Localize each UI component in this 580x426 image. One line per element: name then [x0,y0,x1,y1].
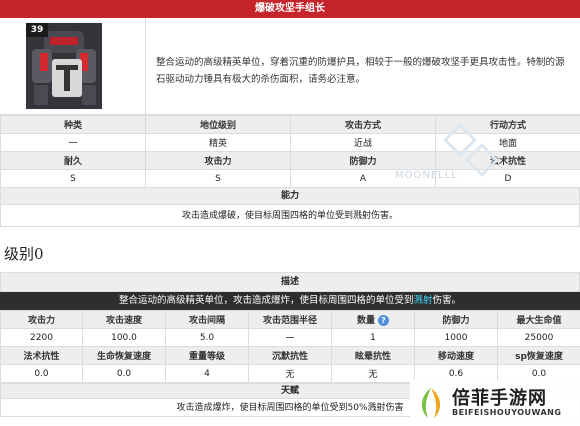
level-stat-value: 2200 [0,328,83,347]
stat-header: 攻击力 [145,151,291,170]
level-value-row: 2200 100.0 5.0 一 1 1000 25000 [0,328,580,347]
level-stat-header: 移动速度 [414,346,498,365]
ability-text: 攻击造成爆破，使目标周围四格的单位受到溅射伤害。 [0,205,580,227]
stat-value: 近战 [290,133,436,152]
level-description-header: 描述 [0,272,580,292]
level-badge: 39 [26,23,48,37]
stats-header-row: 种类 地位级别 攻击方式 行动方式 [0,115,580,134]
level-stat-header: 眩晕抗性 [331,346,415,365]
level-stat-value: 1 [331,328,415,347]
level-stat-value: 无 [248,364,332,383]
portrait-cell: 39 [0,18,146,115]
level-stat-header: 法术抗性 [0,346,83,365]
enemy-stats-table: 种类 地位级别 攻击方式 行动方式 一 精英 近战 地面 耐久 攻击力 防御力 … [0,115,580,188]
stat-header: 耐久 [0,151,146,170]
level-stat-value: 一 [248,328,332,347]
level-description-tail: 伤害。 [432,295,462,306]
level-stat-header: 最大生命值 [497,310,580,329]
enemy-name-title: 爆破攻坚手组长 [0,0,580,18]
enemy-description: 整合运动的高级精英单位，穿着沉重的防爆护具，相较于一般的爆破攻坚手更具攻击性。特… [156,57,565,85]
level-stat-value: 25000 [497,328,580,347]
description-cell: 整合运动的高级精英单位，穿着沉重的防爆护具，相较于一般的爆破攻坚手更具攻击性。特… [146,18,580,115]
stat-header: 种类 [0,115,146,134]
level-section-title: 级别0 [4,245,44,263]
site-logo: 倍菲手游网 BEIFEISHOUYOUWANG [410,380,580,426]
help-icon[interactable]: ? [378,315,389,326]
level-stat-header: 数量 [356,316,375,326]
level-stat-header: 攻击速度 [82,310,166,329]
level-stat-header: 攻击力 [0,310,83,329]
site-name-en: BEIFEISHOUYOUWANG [452,408,562,417]
level-stat-header: 沉默抗性 [248,346,332,365]
ability-header: 能力 [0,187,580,205]
level-stat-value: 0.0 [82,364,166,383]
count-header-cell: 数量? [331,310,415,329]
stats-value-row: S S A D [0,169,580,188]
stat-header: 防御力 [290,151,436,170]
stat-value: 一 [0,133,146,152]
site-name-cn: 倍菲手游网 [452,388,547,409]
stat-header: 地位级别 [145,115,291,134]
level-header-row: 攻击力 攻击速度 攻击间隔 攻击范围半径 数量? 防御力 最大生命值 [0,310,580,329]
watermark-text: MOONELLL [395,170,458,181]
level-stat-header: 攻击间隔 [165,310,249,329]
leaf-logo-icon [421,388,441,418]
splash-keyword-link[interactable]: 溅射 [413,295,432,306]
level-stats-table: 攻击力 攻击速度 攻击间隔 攻击范围半径 数量? 防御力 最大生命值 2200 … [0,310,580,383]
level-stat-header: 重量等级 [165,346,249,365]
level-stat-value: 无 [331,364,415,383]
level-stat-value: 5.0 [165,328,249,347]
level-stat-header: 防御力 [414,310,498,329]
level-stat-header: sp恢复速度 [497,346,580,365]
stat-value: S [0,169,146,188]
stat-value: 精英 [145,133,291,152]
level-stat-value: 1000 [414,328,498,347]
enemy-portrait: 39 [26,23,102,109]
stat-header: 攻击方式 [290,115,436,134]
enemy-card: 爆破攻坚手组长 39 整合运动的高级精英单位，穿着沉重的防爆护具，相较于一般的爆… [0,0,580,227]
stats-value-row: 一 精英 近战 地面 [0,133,580,152]
stat-value: S [145,169,291,188]
level-stat-value: 100.0 [82,328,166,347]
level-stat-header: 攻击范围半径 [248,310,332,329]
level-stat-value: 4 [165,364,249,383]
level-stat-header: 生命恢复速度 [82,346,166,365]
level-description-text: 整合运动的高级精英单位，攻击造成爆炸，使目标周围四格的单位受到 [118,295,414,306]
level-header-row: 法术抗性 生命恢复速度 重量等级 沉默抗性 眩晕抗性 移动速度 sp恢复速度 [0,346,580,365]
level-description: 整合运动的高级精英单位，攻击造成爆炸，使目标周围四格的单位受到溅射伤害。 [0,292,580,310]
level-stat-value: 0.0 [0,364,83,383]
